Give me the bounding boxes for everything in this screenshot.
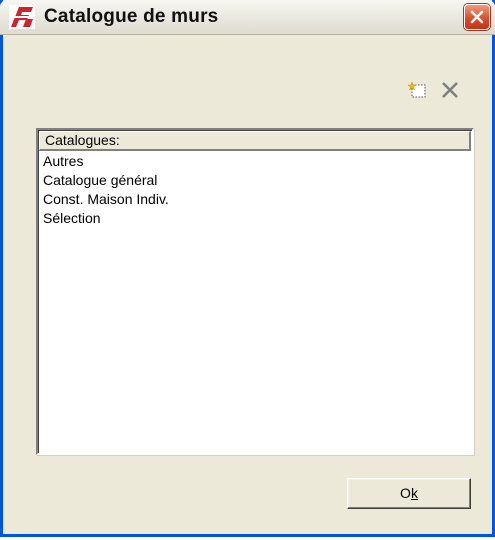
title-bar[interactable]: Catalogue de murs — [0, 0, 495, 35]
close-button[interactable] — [464, 4, 490, 30]
ok-button-accelerator: k — [410, 485, 418, 501]
dialog-window: Catalogue de murs Catalogues: Autres Cat… — [0, 0, 495, 537]
new-document-icon — [407, 81, 426, 98]
list-item[interactable]: Sélection — [43, 209, 169, 228]
delete-x-icon — [442, 82, 458, 98]
list-item[interactable]: Autres — [43, 152, 169, 171]
ok-button-label: O — [400, 485, 411, 501]
new-catalogue-button[interactable] — [407, 80, 428, 100]
close-icon — [470, 10, 484, 24]
app-logo-icon — [9, 5, 35, 29]
delete-catalogue-button[interactable] — [440, 80, 460, 100]
catalogue-listbox[interactable]: Catalogues: Autres Catalogue général Con… — [36, 128, 474, 455]
list-column-header[interactable]: Catalogues: — [39, 131, 471, 151]
list-item[interactable]: Catalogue général — [43, 171, 169, 190]
window-title: Catalogue de murs — [44, 6, 219, 27]
list-item[interactable]: Const. Maison Indiv. — [43, 190, 169, 209]
ok-button[interactable]: Ok — [347, 478, 471, 509]
catalogue-list: Autres Catalogue général Const. Maison I… — [43, 152, 169, 228]
